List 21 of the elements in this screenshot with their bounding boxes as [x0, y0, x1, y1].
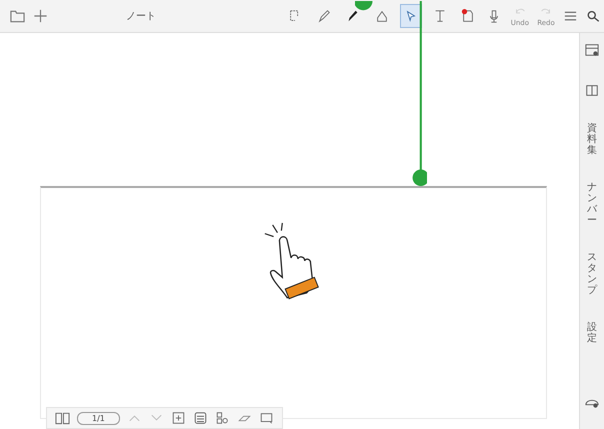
add-icon[interactable] [33, 9, 48, 23]
note-title: ノート [126, 10, 157, 23]
sidebar-tab[interactable]: 設定 [587, 322, 597, 344]
folder-icon[interactable] [10, 9, 25, 23]
page-number-field[interactable]: 1/1 [77, 412, 120, 424]
notify-icon [460, 9, 475, 23]
search-icon[interactable] [586, 9, 601, 23]
sidebar-tab[interactable]: ナンバー [587, 182, 597, 226]
add-page-icon[interactable] [170, 411, 186, 425]
book-icon[interactable] [55, 411, 70, 425]
calendar-icon[interactable] [192, 411, 208, 425]
text-icon [432, 9, 447, 23]
book-icon[interactable] [585, 83, 599, 97]
marker-icon [316, 9, 331, 23]
pointer-tool[interactable] [400, 4, 422, 28]
menu-icon[interactable] [563, 9, 578, 23]
frame-icon[interactable] [258, 411, 274, 425]
sidebar-tab[interactable]: 資料集 [587, 123, 597, 156]
page-search-icon[interactable] [214, 411, 230, 425]
panel-icon[interactable] [585, 43, 599, 57]
sidebar-tab[interactable]: スタンプ [587, 252, 597, 296]
